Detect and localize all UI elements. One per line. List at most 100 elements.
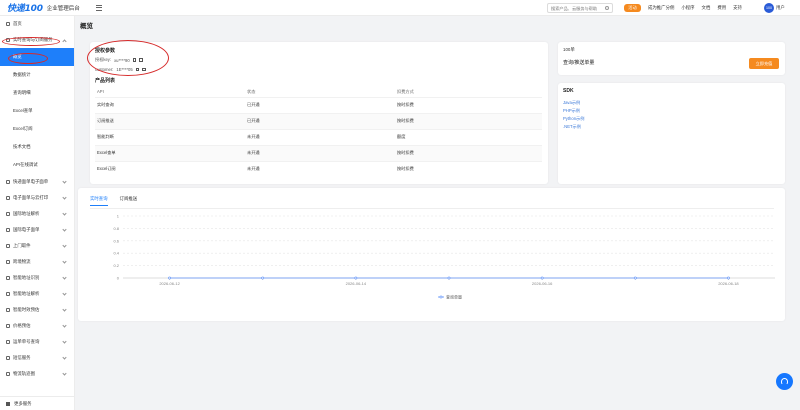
chevron-down-icon <box>62 339 67 344</box>
activity-button[interactable]: 活动 <box>624 4 641 12</box>
sidebar-item-query-details[interactable]: 查询明细 <box>0 84 74 102</box>
print-icon <box>6 196 10 200</box>
sdk-link-dotnet[interactable]: .NET示例 <box>563 124 581 130</box>
sidebar-item-group[interactable]: 物流轨迹图 <box>0 366 74 382</box>
sidebar-item-group[interactable]: 国际电子面单 <box>0 222 74 238</box>
user-menu[interactable]: 100 用户 <box>764 3 785 13</box>
top-link-docs[interactable]: 文档 <box>702 5 711 11</box>
table-cell: 未开通 <box>245 160 395 177</box>
sidebar-item-label: 上门取件 <box>13 243 31 248</box>
table-cell: 额度 <box>395 128 542 145</box>
y-tick-label: 0.6 <box>113 238 119 243</box>
column-header: API <box>95 87 245 97</box>
x-tick-label: 2026-06-16 <box>532 281 553 286</box>
sidebar-item-label: Excel订阅 <box>13 126 33 131</box>
x-tick-label: 2026-06-12 <box>159 281 180 286</box>
search-input[interactable] <box>551 5 605 11</box>
y-tick-label: 1 <box>117 214 120 219</box>
customer-service-button[interactable] <box>776 373 793 390</box>
annotation-circle <box>87 40 169 76</box>
sidebar-item-group[interactable]: 价格预估 <box>0 318 74 334</box>
menu-collapse-icon[interactable] <box>95 4 103 11</box>
x-tick-label: 2026-06-18 <box>718 281 739 286</box>
parse-icon <box>6 292 10 296</box>
sidebar-item-group[interactable]: 运单单号查询 <box>0 334 74 350</box>
y-tick-label: 0.8 <box>113 226 119 231</box>
waybill-icon <box>6 228 10 232</box>
sidebar-item-excel-query[interactable]: Excel查单 <box>0 102 74 120</box>
sidebar-item-home[interactable]: 首页 <box>0 16 74 32</box>
top-link-promotion[interactable]: 成为推广分佣 <box>648 5 674 11</box>
top-link-support[interactable]: 支持 <box>733 5 742 11</box>
table-cell: 实时查询 <box>95 96 245 113</box>
logo[interactable]: 快递100 企业管理后台 <box>7 1 80 14</box>
recharge-button[interactable]: 立即充值 <box>749 58 779 69</box>
sidebar-item-label: Excel查单 <box>13 108 33 113</box>
table-cell: 按时扣费 <box>395 160 542 177</box>
sidebar-item-group[interactable]: 国际地址解析 <box>0 206 74 222</box>
top-link-billing[interactable]: 费用 <box>717 5 726 11</box>
data-point <box>354 276 358 280</box>
column-header: 状态 <box>245 87 395 97</box>
y-tick-label: 0.4 <box>113 251 119 256</box>
sidebar-item-api-debug[interactable]: API在线调试 <box>0 156 74 174</box>
chevron-down-icon <box>62 371 67 376</box>
search-icon[interactable] <box>605 6 609 10</box>
sidebar-item-label: 电子面单与云打印 <box>13 195 49 200</box>
clock-icon <box>6 308 10 312</box>
quota-name: 查询/推送单量 <box>563 60 595 66</box>
sidebar-item-tech-docs[interactable]: 技术文档 <box>0 138 74 156</box>
column-header: 扣费方式 <box>395 87 542 97</box>
sdk-link-python[interactable]: Python示例 <box>563 116 584 122</box>
product-name: 企业管理后台 <box>46 5 80 12</box>
sidebar-item-label: 首页 <box>13 21 22 26</box>
sdk-card: SDK Java示例 PHP示例 Python示例 .NET示例 <box>558 83 785 184</box>
data-point <box>168 276 171 280</box>
sdk-link-java[interactable]: Java示例 <box>563 100 580 106</box>
sidebar-item-group[interactable]: 智能地址解析 <box>0 286 74 302</box>
chevron-up-icon <box>62 39 67 44</box>
sidebar-item-group[interactable]: 智能时效预估 <box>0 302 74 318</box>
legend-label: 查询单量 <box>446 294 462 300</box>
data-point <box>633 276 637 280</box>
grid-icon <box>6 401 10 406</box>
username: 用户 <box>776 5 785 10</box>
top-link-miniprogram[interactable]: 小程序 <box>681 5 694 11</box>
table-row: 订阅推送 已开通 按时扣费 <box>95 112 542 129</box>
crossborder-icon <box>6 260 10 264</box>
sidebar-item-label: 物流轨迹图 <box>13 371 35 376</box>
table-cell: 已开通 <box>245 112 395 129</box>
product-list-title: 产品列表 <box>95 78 116 84</box>
sidebar-item-label: 快递面单电子面单 <box>13 179 49 184</box>
sdk-title: SDK <box>563 88 574 94</box>
table-row: 智能判断 未开通 额度 <box>95 128 542 145</box>
table-cell: 订阅推送 <box>95 112 245 129</box>
sidebar-item-group[interactable]: 跨境物流 <box>0 254 74 270</box>
sidebar-item-group[interactable]: 上门取件 <box>0 238 74 254</box>
quota-amount: 100单 <box>563 47 575 52</box>
sdk-link-php[interactable]: PHP示例 <box>563 108 580 114</box>
sidebar-item-label: 查询明细 <box>13 90 31 95</box>
data-point <box>540 276 544 280</box>
sidebar-item-group[interactable]: 短信服务 <box>0 350 74 366</box>
sms-icon <box>6 356 10 360</box>
page-title: 概览 <box>80 23 93 30</box>
table-row: Excel查单 未开通 按时扣费 <box>95 144 542 161</box>
sidebar-item-statistics[interactable]: 数据统计 <box>0 66 74 84</box>
x-tick-label: 2026-06-14 <box>346 281 367 286</box>
headset-icon <box>781 378 788 385</box>
chevron-down-icon <box>62 195 67 200</box>
avatar[interactable]: 100 <box>764 3 774 13</box>
sidebar-item-group[interactable]: 快递面单电子面单 <box>0 174 74 190</box>
data-point <box>727 276 730 280</box>
chevron-down-icon <box>62 323 67 328</box>
chevron-down-icon <box>62 307 67 312</box>
search-box[interactable] <box>547 3 613 13</box>
sidebar: 首页 实时查询与订阅服务 概览 数据统计 查询明细 Excel查单 Excel订… <box>0 16 75 410</box>
product-table: API 状态 扣费方式 实时查询 已开通按时扣费 订阅推送 已开通 按时扣费 智能判断… <box>95 87 542 177</box>
sidebar-item-excel-subscribe[interactable]: Excel订阅 <box>0 120 74 138</box>
sidebar-item-group[interactable]: 电子面单与云打印 <box>0 190 74 206</box>
sidebar-footer-more[interactable]: 更多服务 <box>0 396 75 410</box>
sidebar-item-group[interactable]: 智能地址识别 <box>0 270 74 286</box>
sidebar-item-label: 运单单号查询 <box>13 339 40 344</box>
